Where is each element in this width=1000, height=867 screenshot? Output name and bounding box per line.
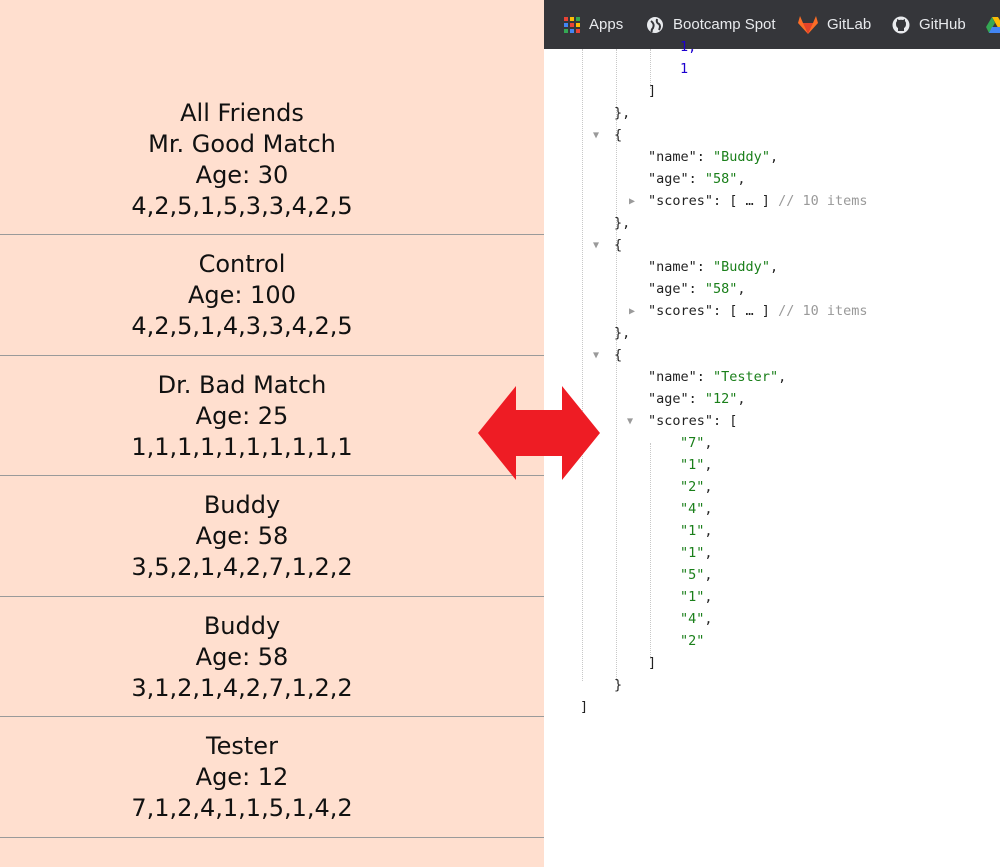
json-bracket: { [614,347,623,363]
json-property-name: "name": "Tester", [648,369,787,385]
json-array-item: "5", [680,567,713,583]
bookmark-label: Bootcamp Spot [673,16,776,33]
globe-icon [646,16,664,34]
double-arrow-icon [478,386,600,480]
page-title: All Friends [180,99,304,127]
friend-card: Buddy Age: 58 3,5,2,1,4,2,7,1,2,2 [0,475,544,596]
json-property-name: "name": "Buddy", [648,259,779,275]
gitlab-icon [798,15,818,34]
friend-age: Age: 58 [195,522,289,550]
expand-triangle-icon[interactable]: ▶ [629,196,635,207]
json-array-item: "4", [680,501,713,517]
friend-scores: 1,1,1,1,1,1,1,1,1,1 [131,433,353,461]
bookmark-apps[interactable]: Apps [564,0,623,49]
collapse-triangle-icon[interactable]: ▼ [593,350,599,361]
collapse-triangle-icon[interactable]: ▼ [593,130,599,141]
friend-card: Tester Age: 12 7,1,2,4,1,1,5,1,4,2 [0,716,544,838]
friend-age: Age: 30 [195,161,289,189]
json-bracket: }, [614,105,631,121]
github-icon [892,16,910,34]
json-bracket: { [614,237,623,253]
json-bracket: ] [648,83,657,99]
json-property-age: "age": "58", [648,281,746,297]
collapse-triangle-icon[interactable]: ▼ [627,416,633,427]
json-property-age: "age": "58", [648,171,746,187]
json-bracket: } [614,677,623,693]
json-array-item: "7", [680,435,713,451]
friend-card: Buddy Age: 58 3,1,2,1,4,2,7,1,2,2 [0,596,544,717]
friends-panel: All Friends Mr. Good Match Age: 30 4,2,5… [0,0,544,867]
json-property-age: "age": "12", [648,391,746,407]
friend-scores: 3,5,2,1,4,2,7,1,2,2 [131,553,353,581]
friend-name: Mr. Good Match [148,130,336,158]
json-array-item: "2" [680,633,705,649]
json-property-name: "name": "Buddy", [648,149,779,165]
friend-name: Dr. Bad Match [157,371,327,399]
json-bracket: { [614,127,623,143]
friend-name: Buddy [203,491,281,519]
friend-name: Buddy [203,612,281,640]
json-number: 1, [680,39,697,55]
json-viewer: 1, 1 ] }, ▼ { "name": "Buddy", "age": "5… [544,39,1000,867]
friend-name: Control [198,250,286,278]
json-property-scores[interactable]: "scores": [ [648,410,737,432]
bookmark-label: Apps [589,16,624,33]
json-bracket: }, [614,325,631,341]
friend-card: Control Age: 100 4,2,5,1,4,3,3,4,2,5 [0,234,544,355]
friend-scores: 7,1,2,4,1,1,5,1,4,2 [131,794,353,822]
json-bracket: }, [614,215,631,231]
json-property-scores[interactable]: "scores": [ … ] // 10 items [648,300,867,322]
friend-scores: 4,2,5,1,4,3,3,4,2,5 [131,312,353,340]
expand-triangle-icon[interactable]: ▶ [629,306,635,317]
json-property-scores[interactable]: "scores": [ … ] // 10 items [648,190,867,212]
apps-grid-icon [564,16,580,33]
json-array-item: "1", [680,589,713,605]
bookmark-label: GitHub [919,16,966,33]
google-drive-icon [986,16,1000,33]
friend-age: Age: 58 [195,643,289,671]
collapse-triangle-icon[interactable]: ▼ [593,240,599,251]
json-bracket: ] [648,655,657,671]
friend-name: Tester [206,732,278,760]
bookmark-github[interactable]: GitHub [892,0,966,49]
bookmark-drive[interactable] [986,0,1000,49]
friend-age: Age: 100 [188,281,296,309]
friend-age: Age: 25 [195,402,289,430]
json-array-item: "2", [680,479,713,495]
json-bracket: ] [580,699,589,715]
bookmark-label: GitLab [827,16,872,33]
json-number: 1 [680,61,689,77]
friend-scores: 4,2,5,1,5,3,3,4,2,5 [131,192,353,220]
json-array-item: "1", [680,457,713,473]
friend-card: Dr. Bad Match Age: 25 1,1,1,1,1,1,1,1,1,… [0,355,544,476]
bookmarks-bar: Apps Bootcamp Spot GitLab GitHub [544,0,1000,49]
json-array-item: "4", [680,611,713,627]
bookmark-bootcamp-spot[interactable]: Bootcamp Spot [646,0,776,49]
friends-heading-block: All Friends Mr. Good Match Age: 30 4,2,5… [0,98,484,222]
indent-guide [582,49,583,681]
friend-age: Age: 12 [195,763,289,791]
friend-scores: 3,1,2,1,4,2,7,1,2,2 [131,674,353,702]
bookmark-gitlab[interactable]: GitLab [798,0,871,49]
indent-guide [650,443,651,659]
json-array-item: "1", [680,545,713,561]
json-array-item: "1", [680,523,713,539]
browser-panel: Apps Bootcamp Spot GitLab GitHub 1, 1] … [544,0,1000,867]
